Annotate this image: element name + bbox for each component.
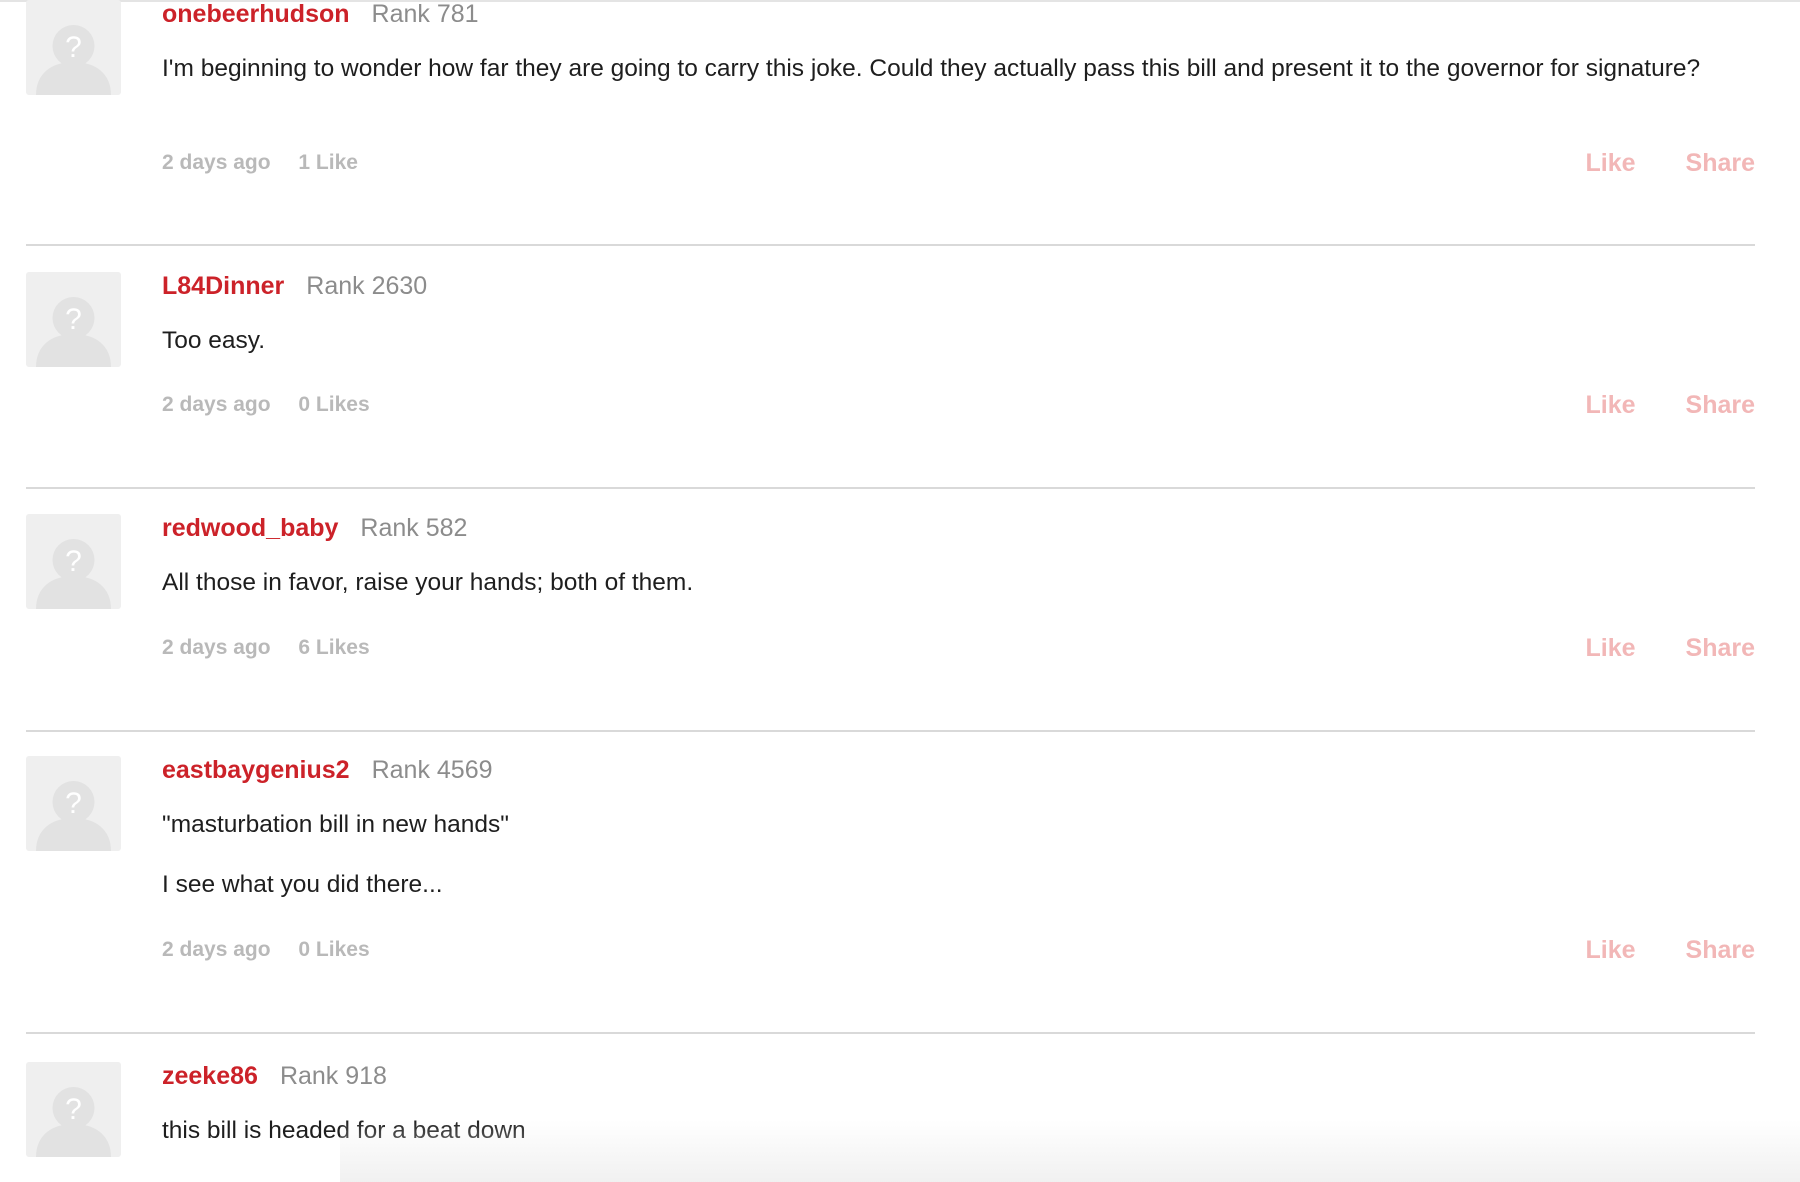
like-button[interactable]: Like — [1586, 149, 1636, 177]
svg-text:?: ? — [65, 303, 82, 336]
comment-username[interactable]: redwood_baby — [162, 514, 338, 543]
like-button[interactable]: Like — [1586, 391, 1636, 419]
comment-paragraph: Too easy. — [162, 327, 266, 354]
comment-rank: Rank 4569 — [371, 756, 493, 784]
comment-footer: 2 days ago 0 Likes Like Share — [162, 391, 1755, 421]
svg-text:?: ? — [65, 787, 82, 820]
comment-rank: Rank 582 — [360, 514, 468, 542]
comment-text: this bill is headed for a beat down — [162, 1116, 1755, 1146]
comment-item: ? onebeerhudson Rank 781 I'm beginning t… — [26, 0, 1755, 246]
comment-paragraph: I see what you did there... — [162, 871, 443, 898]
comment-like-count: 0 Likes — [298, 393, 370, 416]
comment-like-count: 1 Like — [298, 151, 358, 174]
default-avatar-icon[interactable]: ? — [26, 1062, 121, 1157]
svg-text:?: ? — [65, 545, 82, 578]
comment-paragraph: "masturbation bill in new hands" — [162, 811, 509, 838]
svg-text:?: ? — [65, 1093, 82, 1126]
comment-footer: 2 days ago 0 Likes Like Share — [162, 936, 1755, 966]
comment-timestamp: 2 days ago — [162, 938, 271, 961]
comment-item: ? eastbaygenius2 Rank 4569 "masturbation… — [26, 756, 1755, 1034]
comment-timestamp: 2 days ago — [162, 393, 271, 416]
comment-username[interactable]: zeeke86 — [162, 1062, 258, 1091]
comment-text: "masturbation bill in new hands" I see w… — [162, 810, 1755, 900]
share-button[interactable]: Share — [1686, 634, 1755, 662]
like-button[interactable]: Like — [1586, 936, 1636, 964]
comment-paragraph: I'm beginning to wonder how far they are… — [162, 55, 1701, 82]
comment-paragraph: All those in favor, raise your hands; bo… — [162, 569, 694, 596]
comment-timestamp: 2 days ago — [162, 636, 271, 659]
default-avatar-icon[interactable]: ? — [26, 756, 121, 851]
comment-text: All those in favor, raise your hands; bo… — [162, 568, 1755, 598]
comment-text: Too easy. — [162, 326, 1755, 356]
comment-timestamp: 2 days ago — [162, 151, 271, 174]
comment-item: ? zeeke86 Rank 918 this bill is headed f… — [26, 1062, 1755, 1182]
comment-text: I'm beginning to wonder how far they are… — [162, 54, 1755, 84]
svg-text:?: ? — [65, 31, 82, 64]
comment-footer: 2 days ago 6 Likes Like Share — [162, 634, 1755, 664]
share-button[interactable]: Share — [1686, 149, 1755, 177]
comment-rank: Rank 781 — [371, 0, 479, 28]
default-avatar-icon[interactable]: ? — [26, 0, 121, 95]
comment-like-count: 6 Likes — [298, 636, 370, 659]
comment-paragraph: this bill is headed for a beat down — [162, 1117, 526, 1144]
like-button[interactable]: Like — [1586, 634, 1636, 662]
share-button[interactable]: Share — [1686, 936, 1755, 964]
comment-username[interactable]: L84Dinner — [162, 272, 284, 301]
comment-username[interactable]: eastbaygenius2 — [162, 756, 350, 785]
comment-like-count: 0 Likes — [298, 938, 370, 961]
comment-footer: 2 days ago 1 Like Like Share — [162, 149, 1755, 179]
comment-username[interactable]: onebeerhudson — [162, 0, 350, 29]
share-button[interactable]: Share — [1686, 391, 1755, 419]
comment-rank: Rank 918 — [279, 1062, 387, 1090]
default-avatar-icon[interactable]: ? — [26, 514, 121, 609]
comment-item: ? L84Dinner Rank 2630 Too easy. 2 days a… — [26, 272, 1755, 489]
comment-rank: Rank 2630 — [306, 272, 428, 300]
default-avatar-icon[interactable]: ? — [26, 272, 121, 367]
comment-item: ? redwood_baby Rank 582 All those in fav… — [26, 514, 1755, 732]
